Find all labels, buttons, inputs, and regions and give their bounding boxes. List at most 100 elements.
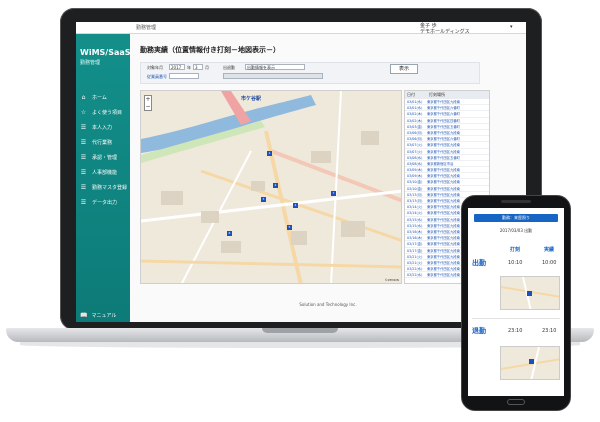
phone-in-map[interactable] (500, 276, 560, 310)
row-date: 03/06(月) (407, 137, 423, 142)
sidebar-item-label: ホーム (92, 95, 107, 101)
phone-divider (472, 318, 560, 319)
row-place: 東京都千代田区六番町 (427, 106, 460, 111)
stamp-list-header: 日付 打刻場所 (405, 91, 489, 99)
staff-number-input[interactable] (169, 73, 199, 79)
row-date: 03/10(金) (407, 180, 423, 185)
map-marker[interactable]: 6 (227, 231, 232, 236)
chevron-down-icon[interactable]: ▾ (510, 24, 513, 30)
row-place: 東京都千代田区九段南 (427, 149, 460, 154)
map-marker[interactable]: 5 (287, 225, 292, 230)
phone-speaker (501, 200, 531, 203)
map-view[interactable]: + − 市ケ谷駅 1 2 3 4 5 6 7 ©ZENRIN (140, 90, 402, 284)
manual-label: マニュアル (91, 313, 117, 319)
row-date: 03/15(水) (407, 217, 423, 222)
star-icon: ☆ (80, 109, 87, 116)
row-date: 03/07(火) (407, 149, 423, 154)
phone-out-actual: 23:10 (542, 328, 557, 334)
phone-out-map[interactable] (500, 346, 560, 380)
row-place: 東京都千代田区四番町 (427, 118, 460, 123)
row-date: 03/21(火) (407, 260, 423, 265)
row-place: 東京都千代田区九段南 (427, 186, 460, 191)
list-icon: ☰ (80, 139, 87, 146)
map-marker[interactable]: 7 (331, 191, 336, 196)
sidebar-item-home[interactable]: ⌂ ホーム (76, 90, 130, 105)
staff-number-label: 従業員番号 (147, 74, 167, 79)
row-place: 東京都千代田区九段南 (427, 143, 460, 148)
sidebar-item-hr[interactable]: ☰ 人事部機能 (76, 165, 130, 180)
sidebar-nav: ⌂ ホーム ☆ よく使う項目 ☰ 本人入力 ☰ 代行業務 ☰ 承認・管理 ☰ 人… (76, 90, 130, 210)
row-date: 03/06(月) (407, 130, 423, 135)
phone-header[interactable]: 勤務：来歴照り (474, 214, 558, 222)
station-label: 市ケ谷駅 (241, 96, 262, 102)
map-marker[interactable]: 1 (267, 151, 272, 156)
app-logo[interactable]: WiMS/SaaS (80, 48, 131, 57)
sidebar-item-self-input[interactable]: ☰ 本人入力 (76, 120, 130, 135)
phone-date-suffix: 出勤 (524, 228, 533, 233)
col-place-header: 打刻場所 (429, 92, 445, 97)
app-logo-subtitle: 勤務管理 (80, 60, 101, 66)
sidebar-item-label: 人事部機能 (92, 170, 118, 176)
row-date: 03/21(火) (407, 254, 423, 259)
manual-link[interactable]: 📖 マニュアル (80, 312, 116, 319)
sidebar-item-label: よく使う項目 (92, 110, 123, 116)
sidebar-item-label: データ出力 (92, 200, 118, 206)
row-date: 03/02(木) (407, 118, 423, 123)
sidebar-item-label: 代行業務 (92, 140, 113, 146)
target-month-label: 対象年月 (147, 65, 163, 70)
sidebar-item-master[interactable]: ☰ 勤務マスタ登録 (76, 180, 130, 195)
phone-col-stamp: 打刻 (510, 247, 521, 253)
row-place: 東京都千代田区六番町 (427, 137, 460, 142)
kind-select[interactable]: 出勤情報を表示 (245, 64, 305, 70)
col-date-header: 日付 (407, 92, 415, 97)
phone-date-line: 2017/03/03 出勤 (468, 228, 564, 234)
row-date: 03/02(木) (407, 112, 423, 117)
phone-in-label: 出勤 (472, 259, 486, 267)
row-date: 03/16(木) (407, 236, 423, 241)
row-place: 東京都千代田区六番町 (427, 112, 460, 117)
phone-in-stamp: 10:10 (508, 260, 523, 266)
row-place: 東京都千代田区九段南 (427, 180, 460, 185)
phone-out-stamp: 23:10 (508, 328, 523, 334)
row-date: 03/17(金) (407, 248, 423, 253)
sidebar-item-label: 勤務マスタ登録 (92, 185, 128, 191)
row-date: 03/13(月) (407, 192, 423, 197)
row-place: 東京都千代田区九段南 (427, 130, 460, 135)
display-button[interactable]: 表示 (390, 64, 418, 74)
month-select[interactable]: 3 (193, 64, 203, 70)
sidebar-item-proxy[interactable]: ☰ 代行業務 (76, 135, 130, 150)
map-marker[interactable]: 2 (273, 183, 278, 188)
sidebar-item-label: 本人入力 (92, 125, 113, 131)
row-date: 03/03(金) (407, 124, 423, 129)
laptop-screen: 勤務管理 金子 歩 デモホールディングス ▾ WiMS/SaaS 勤務管理 ⌂ … (76, 22, 526, 322)
system-name: 勤務管理 (136, 25, 157, 31)
phone-home-button[interactable] (507, 399, 525, 405)
sidebar-item-export[interactable]: ☰ データ出力 (76, 195, 130, 210)
row-date: 03/15(水) (407, 223, 423, 228)
phone-in-actual: 10:00 (542, 260, 557, 266)
row-place: 東京都千代田区九段南 (427, 168, 460, 173)
row-date: 03/08(水) (407, 155, 423, 160)
year-unit: 年 (187, 65, 191, 70)
list-icon: ☰ (80, 169, 87, 176)
row-date: 03/10(金) (407, 186, 423, 191)
map-marker[interactable]: 4 (293, 203, 298, 208)
phone-out-map-graphic (501, 347, 559, 379)
home-icon: ⌂ (81, 94, 86, 101)
row-date: 03/07(火) (407, 143, 423, 148)
row-date: 03/09(木) (407, 174, 423, 179)
laptop-notch (262, 328, 338, 333)
sidebar-item-label: 承認・管理 (92, 155, 118, 161)
zoom-control[interactable]: + − (144, 95, 152, 111)
map-marker[interactable]: 3 (261, 197, 266, 202)
sidebar-item-favorites[interactable]: ☆ よく使う項目 (76, 105, 130, 120)
phone-screen: 勤務：来歴照り 2017/03/03 出勤 打刻 実績 出勤 10:10 10:… (468, 208, 564, 396)
row-place: 東京都千代田区九段南 (427, 174, 460, 179)
year-select[interactable]: 2017 (169, 64, 185, 70)
row-date: 03/17(金) (407, 242, 423, 247)
phone-in-map-graphic (501, 277, 559, 309)
row-date: 03/14(火) (407, 211, 423, 216)
sidebar-item-approval[interactable]: ☰ 承認・管理 (76, 150, 130, 165)
row-date: 03/08(水) (407, 161, 423, 166)
map-graphic (141, 91, 401, 283)
